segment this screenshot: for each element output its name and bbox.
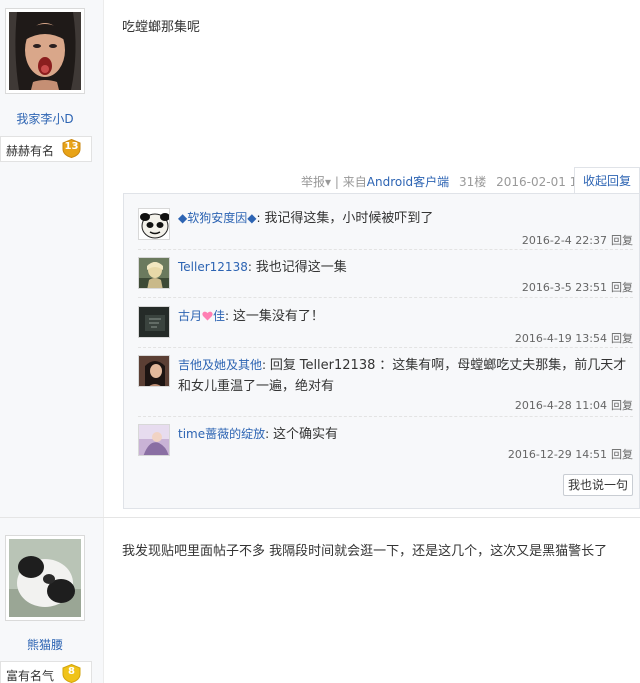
- reply-text: 我也记得这一集: [255, 260, 347, 275]
- reply-avatar[interactable]: [138, 355, 170, 387]
- avatar-image: [9, 12, 81, 90]
- avatar-image: [139, 307, 169, 337]
- reply-time: 2016-4-28 11:04: [514, 399, 607, 412]
- avatar-image: [139, 356, 169, 386]
- reply-button[interactable]: 回复: [611, 448, 633, 461]
- sub-reply-item: 吉他及她及其他: 回复 Teller12138 ：这集有啊，母螳螂吃丈夫那集，前…: [138, 355, 633, 419]
- reply-avatar[interactable]: [138, 424, 170, 456]
- level-shield-icon: 8: [62, 663, 81, 683]
- reply-text: 这一集没有了！: [232, 309, 324, 324]
- reply-divider: [138, 416, 633, 417]
- reply-colon: :: [265, 427, 273, 441]
- reply-button[interactable]: 回复: [611, 399, 633, 412]
- post-floor-next: 熊猫腰 富有名气 8 我发现贴吧里面帖子不多 我隔段时间就会逛一下，还是这几个，…: [0, 517, 640, 683]
- username-part-a: 古月: [178, 309, 203, 323]
- reply-target-user[interactable]: Teller12138: [300, 358, 376, 373]
- report-link[interactable]: 举报▾: [301, 175, 331, 189]
- honor-badge[interactable]: 富有名气 8: [0, 661, 92, 683]
- reply-time-row: 2016-3-5 23:51 回复: [522, 279, 633, 295]
- avatar-image: [139, 209, 169, 239]
- reply-avatar[interactable]: [138, 257, 170, 289]
- level-number: 13: [64, 141, 79, 152]
- pink-heart-icon: [202, 311, 213, 321]
- report-label: 举报: [301, 175, 326, 189]
- honor-title: 赫赫有名: [6, 144, 55, 158]
- reply-time-row: 2016-12-29 14:51 回复: [508, 446, 633, 462]
- reply-divider: [138, 249, 633, 250]
- honor-title: 富有名气: [6, 669, 55, 683]
- author-username[interactable]: 我家李小D: [0, 110, 90, 127]
- reply-body: time蔷薇的绽放: 这个确实有: [178, 424, 628, 445]
- reply-colon-2: ：: [379, 358, 393, 373]
- reply-time: 2016-2-4 22:37: [521, 234, 607, 247]
- report-arrow-icon: ▾: [325, 175, 332, 189]
- reply-colon: :: [262, 358, 270, 372]
- reply-button[interactable]: 回复: [611, 234, 633, 247]
- avatar-image: [139, 425, 169, 455]
- author-avatar[interactable]: [5, 8, 85, 94]
- reply-time: 2016-12-29 14:51: [507, 448, 607, 461]
- reply-username[interactable]: Teller12138: [178, 260, 248, 274]
- sub-reply-item: ◆软狗安度因◆: 我记得这集，小时候被吓到了 2016-2-4 22:37 回复: [138, 208, 633, 252]
- reply-divider: [138, 297, 633, 298]
- reply-colon: :: [225, 309, 233, 323]
- level-shield-icon: 13: [62, 138, 81, 159]
- author-sidebar: 熊猫腰 富有名气 8: [0, 518, 104, 683]
- reply-button[interactable]: 回复: [611, 332, 633, 345]
- reply-body: 吉他及她及其他: 回复 Teller12138 ：这集有啊，母螳螂吃丈夫那集，前…: [178, 355, 628, 397]
- reply-body: 古月 佳: 这一集没有了！: [178, 306, 628, 327]
- floor-number: 31楼: [459, 175, 487, 189]
- author-avatar[interactable]: [5, 535, 85, 621]
- reply-username[interactable]: 古月佳: [178, 309, 225, 323]
- from-prefix: 来自: [342, 175, 367, 189]
- sub-reply-panel: ◆软狗安度因◆: 我记得这集，小时候被吓到了 2016-2-4 22:37 回复 …: [123, 193, 640, 509]
- post-content: 吃螳螂那集呢: [122, 20, 201, 35]
- reply-time: 2016-4-19 13:54: [514, 332, 607, 345]
- reply-divider: [138, 347, 633, 348]
- reply-body: ◆软狗安度因◆: 我记得这集，小时候被吓到了: [178, 208, 628, 229]
- post-floor-31: 我家李小D 赫赫有名 13 吃螳螂那集呢 举报▾ | 来自Android客户端 …: [0, 0, 640, 517]
- reply-username[interactable]: 吉他及她及其他: [178, 358, 262, 372]
- author-sidebar: 我家李小D 赫赫有名 13: [0, 0, 104, 517]
- sub-reply-item: Teller12138: 我也记得这一集 2016-3-5 23:51 回复: [138, 257, 633, 301]
- meta-separator: |: [334, 175, 339, 189]
- collapse-reply-tab[interactable]: 收起回复: [574, 167, 640, 194]
- reply-time-row: 2016-2-4 22:37 回复: [522, 232, 633, 248]
- reply-username[interactable]: time蔷薇的绽放: [178, 427, 265, 441]
- reply-time-row: 2016-4-19 13:54 回复: [515, 330, 633, 346]
- author-username[interactable]: 熊猫腰: [0, 636, 90, 653]
- post-meta: 举报▾ | 来自Android客户端 31楼 2016-02-01 19:53: [301, 173, 604, 193]
- reply-button[interactable]: 回复: [611, 281, 633, 294]
- reply-body: Teller12138: 我也记得这一集: [178, 257, 628, 278]
- reply-prefix: 回复: [269, 358, 296, 373]
- honor-badge[interactable]: 赫赫有名 13: [0, 136, 92, 162]
- reply-avatar[interactable]: [138, 208, 170, 240]
- client-source-link[interactable]: Android客户端: [367, 175, 449, 189]
- say-something-button[interactable]: 我也说一句: [563, 474, 633, 496]
- reply-avatar[interactable]: [138, 306, 170, 338]
- sub-reply-item: time蔷薇的绽放: 这个确实有 2016-12-29 14:51 回复: [138, 424, 633, 468]
- reply-username[interactable]: ◆软狗安度因◆: [178, 211, 256, 225]
- post-content: 我发现贴吧里面帖子不多 我隔段时间就会逛一下，还是这几个，这次又是黑猫警长了: [122, 544, 608, 559]
- reply-time: 2016-3-5 23:51: [521, 281, 607, 294]
- username-part-b: 佳: [213, 309, 226, 323]
- reply-text: 这个确实有: [272, 427, 338, 442]
- avatar-image: [9, 539, 81, 617]
- reply-time-row: 2016-4-28 11:04 回复: [515, 397, 633, 413]
- level-number: 8: [68, 666, 75, 677]
- avatar-image: [139, 258, 169, 288]
- sub-reply-item: 古月 佳: 这一集没有了！ 2016-4-19 13:54 回复: [138, 306, 633, 350]
- reply-colon: :: [247, 260, 256, 274]
- reply-text: 我记得这集，小时候被吓到了: [264, 211, 434, 226]
